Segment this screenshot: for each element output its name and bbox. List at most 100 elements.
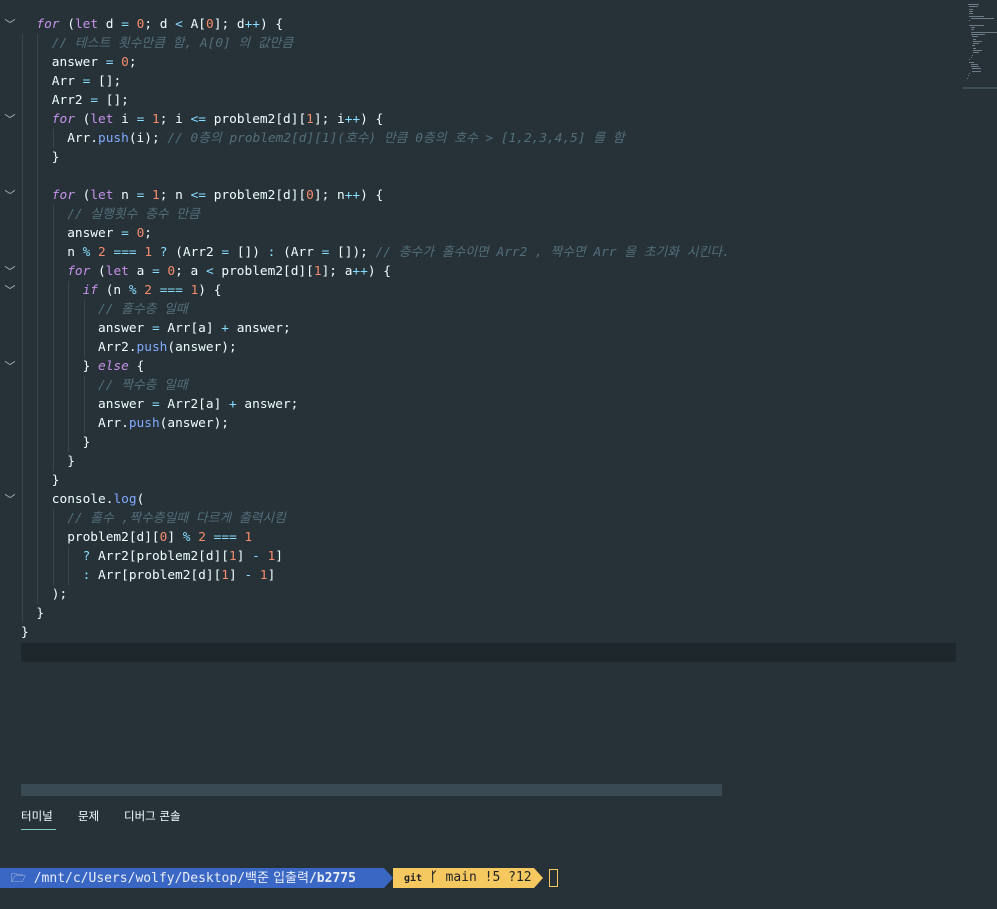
code-token: push — [128, 416, 160, 431]
code-text: answer = Arr2[a] + answer; — [98, 395, 298, 414]
git-branch-icon: ᚴ — [429, 870, 438, 885]
minimap-line — [969, 10, 973, 12]
code-editor[interactable]: ﹀ for (let d = 0; d < A[0]; d++) {// 테스트 … — [0, 0, 960, 782]
code-text: for (let i = 1; i <= problem2[d][1]; i++… — [52, 110, 383, 129]
code-token: ) { — [259, 17, 284, 32]
code-token: 1 — [221, 568, 230, 583]
code-token: + — [229, 397, 237, 412]
fold-chevron-icon[interactable]: ﹀ — [3, 357, 17, 376]
code-token: answer — [98, 321, 152, 336]
code-token: // 홀수 ,짝수층일때 다르게 출력시킴 — [67, 511, 286, 526]
code-text: Arr = []; — [52, 72, 121, 91]
code-token: let — [90, 112, 114, 127]
fold-chevron-icon[interactable]: ﹀ — [3, 186, 17, 205]
tab-terminal[interactable]: 터미널 — [21, 808, 53, 824]
code-token: Arr[a] — [159, 321, 222, 336]
code-text: answer = Arr[a] + answer; — [98, 319, 291, 338]
bottom-panel: 터미널 문제 디버그 콘솔 — [0, 798, 997, 909]
minimap-viewport[interactable] — [963, 87, 997, 89]
minimap[interactable] — [963, 0, 997, 92]
code-text: // 테스트 횟수만큼 함, A[0] 의 값만큼 — [52, 34, 293, 53]
code-token: 1 — [152, 112, 160, 127]
code-token: []; — [90, 74, 122, 89]
minimap-line — [971, 68, 981, 70]
code-token: // 테스트 횟수만큼 함, A[0] 의 값만큼 — [51, 36, 294, 51]
indent-guide — [22, 34, 23, 623]
code-token: 1 — [229, 549, 237, 564]
code-token: Arr2 — [51, 93, 91, 108]
code-token: Arr. — [67, 131, 99, 146]
minimap-line — [969, 6, 979, 8]
code-token: ) { — [360, 112, 384, 127]
git-branch-status: main !5 ?12 — [445, 870, 532, 885]
code-token: answer — [67, 226, 122, 241]
code-token: ] — [267, 568, 276, 583]
code-token: []); — [329, 245, 376, 260]
fold-chevron-icon[interactable]: ﹀ — [3, 262, 17, 281]
code-token: <= — [190, 188, 206, 203]
minimap-line — [969, 61, 974, 63]
code-text: } — [52, 471, 60, 490]
minimap-line — [969, 24, 985, 26]
terminal-prompt[interactable]: 🗁 /mnt/c/Users/wolfy/Desktop/백준 입출력/b277… — [0, 868, 997, 888]
code-token: + — [221, 321, 230, 336]
tab-debug-console[interactable]: 디버그 콘솔 — [124, 808, 181, 824]
code-token: ); — [51, 587, 68, 602]
code-text: console.log( — [52, 490, 144, 509]
code-token: % — [182, 530, 191, 545]
code-token: for — [67, 264, 91, 279]
horizontal-scrollbar[interactable] — [21, 784, 722, 796]
code-token: 1 — [313, 264, 322, 279]
code-token: } — [36, 606, 45, 621]
fold-chevron-icon[interactable]: ﹀ — [3, 490, 17, 509]
path-suffix: /b2775 — [308, 871, 356, 886]
code-text: } — [67, 452, 75, 471]
code-token: ]; a — [321, 264, 353, 279]
code-token: 0 — [121, 55, 129, 70]
code-token: Arr2[a] — [159, 397, 229, 412]
code-token: } — [67, 454, 75, 469]
code-token: ) { — [198, 283, 222, 298]
code-token: Arr2. — [98, 340, 137, 355]
code-token: // 층수가 홀수이면 Arr2 , 짝수면 Arr 을 초기화 시킨다. — [375, 245, 730, 260]
code-text: } — [21, 623, 29, 642]
code-token: ++ — [244, 17, 260, 32]
code-token: // 홀수층 일때 — [98, 302, 188, 317]
minimap-line — [968, 4, 980, 5]
active-tab-indicator — [21, 829, 56, 830]
code-token: { — [128, 359, 145, 374]
folder-icon: 🗁 — [11, 871, 26, 885]
indent-guide — [37, 186, 39, 490]
fold-chevron-icon[interactable]: ﹀ — [3, 110, 17, 129]
code-text: } — [52, 148, 60, 167]
code-text: for (let d = 0; d < A[0]; d++) { — [36, 15, 283, 34]
minimap-line — [970, 33, 986, 35]
code-token: <= — [190, 112, 206, 127]
indent-guide — [68, 547, 70, 585]
code-token: (answer); — [159, 416, 229, 431]
code-text: Arr2.push(answer); — [98, 338, 237, 357]
fold-chevron-icon[interactable]: ﹀ — [3, 281, 17, 300]
code-token: // 0층의 problem2[d][1](호수) 만큼 0층의 호수 > [1… — [167, 131, 625, 146]
code-text: Arr.push(i); // 0층의 problem2[d][1](호수) 만… — [67, 129, 624, 148]
code-token: 0 — [167, 264, 176, 279]
prompt-arrow-git — [534, 868, 543, 888]
code-token: ++ — [344, 188, 361, 203]
fold-chevron-icon[interactable]: ﹀ — [3, 15, 17, 34]
code-token: for — [51, 188, 75, 203]
code-token: ) { — [367, 264, 391, 279]
code-token: (n — [98, 283, 129, 298]
code-token: n — [67, 245, 83, 260]
tab-problems[interactable]: 문제 — [78, 808, 99, 824]
code-text: } — [36, 604, 44, 623]
code-token: ; d — [144, 17, 176, 32]
code-token: log — [113, 492, 137, 507]
code-token: = — [151, 321, 160, 336]
code-token: < — [205, 264, 214, 279]
code-token: 2 — [144, 283, 152, 298]
